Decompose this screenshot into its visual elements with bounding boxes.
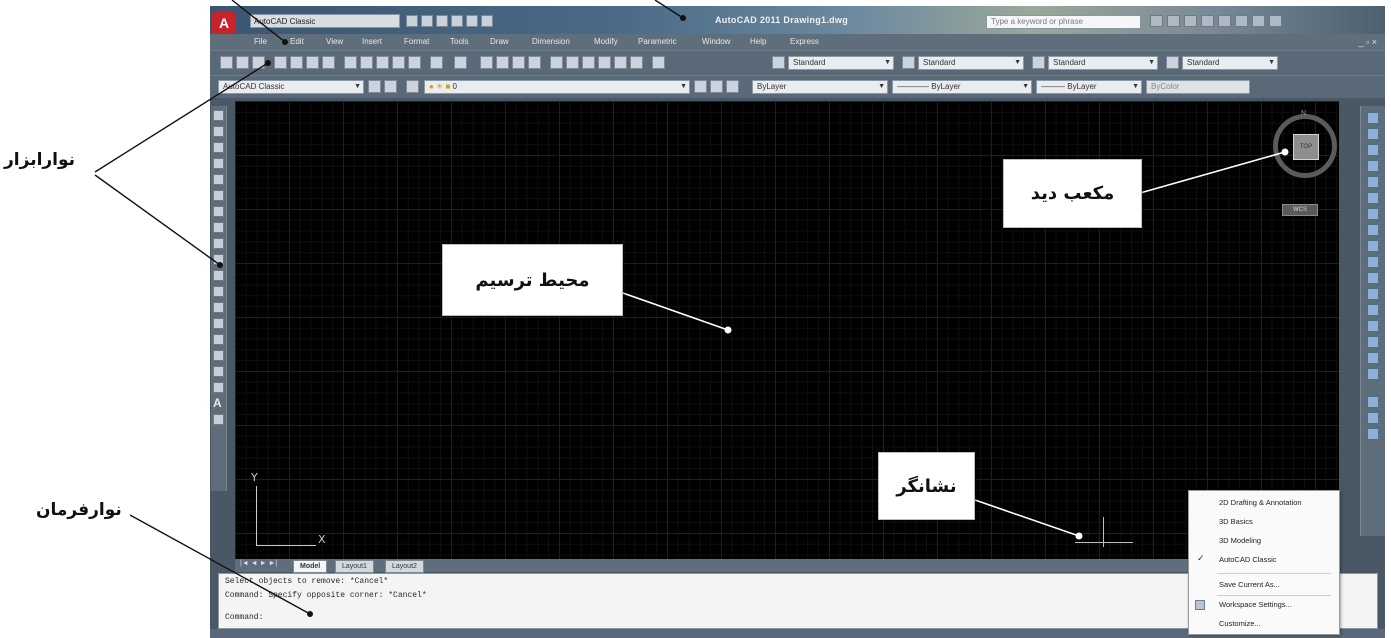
cursor-callout: نشانگر (878, 452, 975, 520)
callout-lines (94, 0, 1289, 617)
drawing-area-callout: محیط ترسیم (442, 244, 623, 316)
toolbar-callout: نوارابزار (4, 150, 76, 170)
command-bar-callout: نوارفرمان (36, 500, 122, 520)
viewcube-callout: مکعب دید (1003, 159, 1142, 228)
